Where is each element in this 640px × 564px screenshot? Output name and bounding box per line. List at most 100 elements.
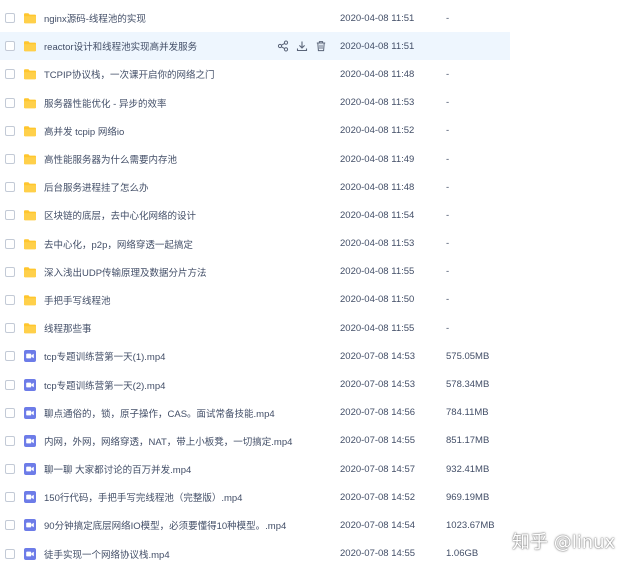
row-checkbox[interactable]: [5, 41, 15, 52]
file-row[interactable]: 高并发 tcpip 网络io 2020-04-08 11:52 -: [0, 117, 640, 145]
file-name[interactable]: 聊点通俗的，锁，原子操作，CAS。面试常备技能.mp4: [44, 406, 275, 420]
video-file-icon: [23, 378, 37, 392]
file-size: -: [446, 294, 450, 306]
row-checkbox[interactable]: [5, 492, 15, 503]
file-row[interactable]: 高性能服务器为什么需要内存池 2020-04-08 11:49 -: [0, 145, 640, 173]
row-checkbox[interactable]: [5, 154, 15, 165]
file-size: 851.17MB: [446, 435, 490, 447]
file-row[interactable]: tcp专题训练营第一天(1).mp4 2020-07-08 14:53 575.05…: [0, 342, 640, 370]
file-date: 2020-04-08 11:54: [340, 209, 415, 221]
file-size: 969.19MB: [446, 491, 490, 503]
file-row[interactable]: 去中心化，p2p，网络穿透一起搞定 2020-04-08 11:53 -: [0, 230, 640, 258]
folder-icon: [23, 39, 37, 53]
file-size: -: [446, 322, 450, 334]
download-icon[interactable]: [296, 40, 308, 52]
watermark: 知乎 @linux: [512, 532, 616, 553]
file-row[interactable]: 150行代码，手把手写完线程池（完整版）.mp4 2020-07-08 14:52…: [0, 483, 640, 511]
file-date: 2020-04-08 11:55: [340, 322, 415, 334]
file-name[interactable]: 服务器性能优化 - 异步的效率: [44, 96, 166, 110]
file-date: 2020-04-08 11:51: [340, 40, 415, 52]
video-file-icon: [23, 406, 37, 420]
row-checkbox[interactable]: [5, 379, 15, 390]
file-name[interactable]: 区块链的底层，去中心化网络的设计: [44, 208, 196, 222]
file-date: 2020-07-08 14:55: [340, 548, 416, 560]
row-checkbox[interactable]: [5, 238, 15, 249]
row-checkbox[interactable]: [5, 323, 15, 334]
row-checkbox[interactable]: [5, 97, 15, 108]
file-size: 1.06GB: [446, 548, 479, 560]
file-row[interactable]: 聊一聊 大家都讨论的百万并发.mp4 2020-07-08 14:57 932.41…: [0, 455, 640, 483]
row-checkbox[interactable]: [5, 13, 15, 24]
file-size: -: [446, 97, 450, 109]
row-checkbox[interactable]: [5, 69, 15, 80]
file-date: 2020-04-08 11:51: [340, 12, 415, 24]
file-date: 2020-04-08 11:52: [340, 125, 415, 137]
file-name[interactable]: 150行代码，手把手写完线程池（完整版）.mp4: [44, 490, 242, 504]
file-date: 2020-07-08 14:57: [340, 463, 416, 475]
file-name[interactable]: 聊一聊 大家都讨论的百万并发.mp4: [44, 462, 191, 476]
file-row[interactable]: 后台服务进程挂了怎么办 2020-04-08 11:48 -: [0, 173, 640, 201]
file-name[interactable]: reactor设计和线程池实现高并发服务: [44, 39, 197, 53]
row-checkbox[interactable]: [5, 266, 15, 277]
file-date: 2020-04-08 11:53: [340, 238, 415, 250]
folder-icon: [23, 152, 37, 166]
file-size: 784.11MB: [446, 407, 489, 419]
file-date: 2020-07-08 14:56: [340, 407, 416, 419]
file-name[interactable]: 徒手实现一个网络协议栈.mp4: [44, 547, 170, 561]
share-icon[interactable]: [277, 40, 289, 52]
row-checkbox[interactable]: [5, 210, 15, 221]
folder-icon: [23, 208, 37, 222]
file-size: 1023.67MB: [446, 519, 495, 531]
delete-icon[interactable]: [315, 40, 327, 52]
file-row[interactable]: 内网，外网，网络穿透，NAT，带上小板凳，一切搞定.mp4 2020-07-08 …: [0, 427, 640, 455]
file-name[interactable]: 深入浅出UDP传输原理及数据分片方法: [44, 265, 207, 279]
row-checkbox[interactable]: [5, 520, 15, 531]
file-name[interactable]: tcp专题训练营第一天(2).mp4: [44, 378, 165, 392]
file-size: -: [446, 12, 450, 24]
file-name[interactable]: 后台服务进程挂了怎么办: [44, 180, 149, 194]
folder-icon: [23, 96, 37, 110]
file-size: -: [446, 209, 450, 221]
file-name[interactable]: 90分钟搞定底层网络IO模型，必须要懂得10种模型。.mp4: [44, 518, 286, 532]
file-row[interactable]: 服务器性能优化 - 异步的效率 2020-04-08 11:53 -: [0, 89, 640, 117]
row-checkbox[interactable]: [5, 182, 15, 193]
row-checkbox[interactable]: [5, 351, 15, 362]
file-row[interactable]: 区块链的底层，去中心化网络的设计 2020-04-08 11:54 -: [0, 201, 640, 229]
file-row[interactable]: 深入浅出UDP传输原理及数据分片方法 2020-04-08 11:55 -: [0, 258, 640, 286]
row-checkbox[interactable]: [5, 548, 15, 559]
row-checkbox[interactable]: [5, 125, 15, 136]
file-size: -: [446, 181, 450, 193]
folder-icon: [23, 180, 37, 194]
file-name[interactable]: 高性能服务器为什么需要内存池: [44, 152, 177, 166]
file-size: -: [446, 68, 450, 80]
folder-icon: [23, 124, 37, 138]
file-size: -: [446, 125, 450, 137]
row-checkbox[interactable]: [5, 464, 15, 475]
file-row[interactable]: 手把手写线程池 2020-04-08 11:50 -: [0, 286, 640, 314]
file-name[interactable]: nginx源码-线程池的实现: [44, 11, 146, 25]
row-checkbox[interactable]: [5, 407, 15, 418]
row-actions: [277, 40, 327, 52]
row-checkbox[interactable]: [5, 294, 15, 305]
folder-icon: [23, 265, 37, 279]
file-name[interactable]: 内网，外网，网络穿透，NAT，带上小板凳，一切搞定.mp4: [44, 434, 292, 448]
file-name[interactable]: 手把手写线程池: [44, 293, 111, 307]
row-checkbox[interactable]: [5, 435, 15, 446]
file-row[interactable]: tcp专题训练营第一天(2).mp4 2020-07-08 14:53 578.34…: [0, 370, 640, 398]
file-name[interactable]: 去中心化，p2p，网络穿透一起搞定: [44, 237, 193, 251]
file-row[interactable]: TCPIP协议栈，一次课开启你的网络之门 2020-04-08 11:48 -: [0, 60, 640, 88]
file-name[interactable]: tcp专题训练营第一天(1).mp4: [44, 349, 165, 363]
file-size: 578.34MB: [446, 379, 490, 391]
file-row[interactable]: 聊点通俗的，锁，原子操作，CAS。面试常备技能.mp4 2020-07-08 14…: [0, 399, 640, 427]
file-row[interactable]: nginx源码-线程池的实现 2020-04-08 11:51 -: [0, 4, 640, 32]
file-date: 2020-04-08 11:55: [340, 266, 415, 278]
file-row[interactable]: reactor设计和线程池实现高并发服务 2020-04-08 11:51: [0, 32, 510, 61]
file-date: 2020-04-08 11:48: [340, 68, 415, 80]
file-date: 2020-07-08 14:53: [340, 379, 416, 391]
file-name[interactable]: 高并发 tcpip 网络io: [44, 124, 124, 138]
file-row[interactable]: 线程那些事 2020-04-08 11:55 -: [0, 314, 640, 342]
file-name[interactable]: 线程那些事: [44, 321, 92, 335]
file-name[interactable]: TCPIP协议栈，一次课开启你的网络之门: [44, 67, 214, 81]
file-list: nginx源码-线程池的实现 2020-04-08 11:51 - reactor设计…: [0, 4, 640, 564]
file-size: -: [446, 266, 450, 278]
